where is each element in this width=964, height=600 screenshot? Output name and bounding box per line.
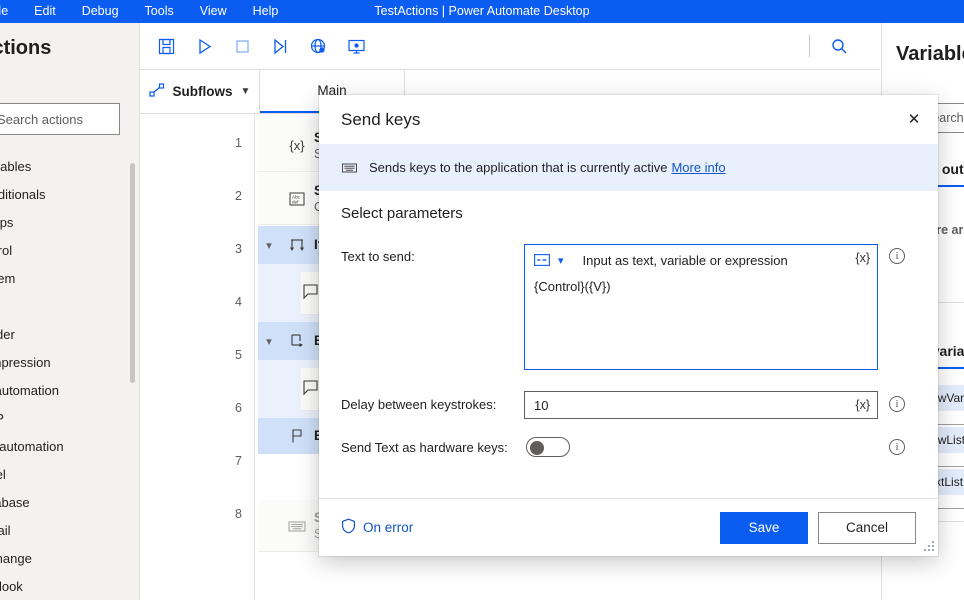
end-icon — [280, 427, 314, 445]
insert-variable-button[interactable]: {x} — [855, 398, 870, 412]
actions-panel-title: Actions — [0, 37, 52, 59]
text-input-type-icon[interactable] — [534, 254, 550, 266]
actions-group-compression[interactable]: Compression — [0, 349, 139, 377]
actions-scrollbar-thumb[interactable] — [130, 163, 135, 383]
insert-variable-button[interactable]: {x} — [855, 251, 870, 265]
actions-group-http[interactable]: HTTP — [0, 405, 139, 433]
info-icon[interactable]: i — [889, 248, 905, 264]
desktop-recorder-button[interactable] — [339, 29, 373, 63]
search-actions-input[interactable]: Search actions — [0, 103, 120, 135]
web-recorder-button[interactable] — [301, 29, 335, 63]
keyboard-icon — [280, 516, 314, 536]
chevron-down-icon[interactable]: ▾ — [258, 335, 280, 348]
menu-item-view[interactable]: View — [187, 0, 240, 23]
actions-group-scripting[interactable]: Scripting — [0, 293, 139, 321]
resize-grip-icon[interactable] — [923, 541, 935, 553]
dialog-info-text: Sends keys to the application that is cu… — [369, 160, 668, 175]
if-icon — [280, 236, 314, 254]
chevron-down-icon[interactable]: ▾ — [558, 254, 564, 267]
shield-icon — [341, 518, 356, 537]
search-icon[interactable] — [822, 29, 856, 63]
search-actions-placeholder: Search actions — [0, 111, 83, 127]
chevron-down-icon[interactable]: ▾ — [258, 239, 280, 252]
line-number: 8 — [235, 507, 242, 521]
actions-group-conditionals[interactable]: Conditionals — [0, 181, 139, 209]
text-to-send-input[interactable]: ▾ Input as text, variable or expression … — [524, 244, 878, 370]
on-error-button[interactable]: On error — [341, 518, 413, 537]
actions-group-flow-control[interactable]: Flow control — [0, 237, 139, 265]
stop-button[interactable] — [225, 29, 259, 63]
dialog-title: Send keys — [341, 109, 421, 129]
delay-label: Delay between keystrokes: — [341, 397, 497, 412]
dialog-header: Send keys ✕ — [319, 95, 938, 144]
line-number: 6 — [235, 401, 242, 415]
run-button[interactable] — [187, 29, 221, 63]
actions-group-variables[interactable]: Variables — [0, 153, 139, 181]
select-parameters-heading: Select parameters — [341, 205, 463, 222]
menu-bar: File Edit Debug Tools View Help — [0, 0, 291, 23]
text-to-send-placeholder: Input as text, variable or expression — [582, 252, 788, 268]
toolbar — [140, 23, 880, 70]
dialog-info-bar: Sends keys to the application that is cu… — [319, 144, 938, 191]
info-icon[interactable]: i — [889, 439, 905, 455]
tab-subflows-label: Subflows — [172, 84, 233, 99]
dialog-body: Select parameters Text to send: ▾ Input … — [319, 191, 938, 498]
actions-group-loops[interactable]: Loops — [0, 209, 139, 237]
actions-group-exchange[interactable]: Exchange — [0, 545, 139, 573]
line-number: 4 — [235, 295, 242, 309]
keyboard-icon — [341, 159, 358, 176]
actions-group-folder[interactable]: Folder — [0, 321, 139, 349]
title-bar: File Edit Debug Tools View Help TestActi… — [0, 0, 964, 23]
line-number: 1 — [235, 136, 242, 150]
close-icon[interactable]: ✕ — [898, 104, 930, 134]
actions-group-excel[interactable]: Excel — [0, 461, 139, 489]
variable-icon: {x} — [289, 138, 305, 153]
tab-subflows[interactable]: Subflows ▼ — [140, 70, 260, 113]
hardware-keys-label: Send Text as hardware keys: — [341, 440, 508, 455]
save-button[interactable]: Save — [720, 511, 808, 544]
menu-item-file[interactable]: File — [0, 0, 21, 23]
actions-group-browser-automation[interactable]: Browser automation — [0, 433, 139, 461]
delay-value: 10 — [534, 397, 549, 413]
menu-item-edit[interactable]: Edit — [21, 0, 69, 23]
cancel-button[interactable]: Cancel — [818, 511, 916, 544]
actions-group-outlook[interactable]: Outlook — [0, 573, 139, 600]
toggle-knob — [530, 441, 544, 455]
line-number: 5 — [235, 348, 242, 362]
dialog-footer: On error Save Cancel — [319, 498, 938, 556]
send-keys-dialog: Send keys ✕ Sends keys to the applicatio… — [319, 95, 938, 556]
chevron-down-icon[interactable]: ▼ — [241, 86, 251, 97]
menu-item-help[interactable]: Help — [240, 0, 292, 23]
save-flow-button[interactable] — [149, 29, 183, 63]
menu-item-tools[interactable]: Tools — [132, 0, 187, 23]
delay-input[interactable]: 10 {x} — [524, 391, 878, 419]
actions-tree: Variables Conditionals Loops Flow contro… — [0, 153, 139, 600]
actions-scrollbar[interactable] — [130, 163, 135, 583]
line-number: 7 — [235, 454, 242, 468]
toolbar-divider — [809, 35, 810, 57]
line-number: 2 — [235, 189, 242, 203]
text-to-send-value: {Control}({V}) — [534, 279, 611, 294]
else-icon — [280, 332, 314, 350]
menu-item-debug[interactable]: Debug — [69, 0, 132, 23]
variables-panel-title: Variables — [896, 43, 964, 65]
actions-group-database[interactable]: Database — [0, 489, 139, 517]
info-icon[interactable]: i — [889, 396, 905, 412]
actions-group-ui-automation[interactable]: UI automation — [0, 377, 139, 405]
actions-group-system[interactable]: System — [0, 265, 139, 293]
hardware-keys-toggle[interactable] — [526, 437, 570, 457]
text-to-send-label: Text to send: — [341, 249, 415, 264]
text-to-send-topbar: ▾ Input as text, variable or expression — [525, 245, 879, 275]
subflow-icon — [148, 82, 165, 101]
actions-group-email[interactable]: Email — [0, 517, 139, 545]
actions-panel: Actions Search actions Variables Conditi… — [0, 23, 140, 600]
more-info-link[interactable]: More info — [671, 160, 725, 175]
svg-text:def: def — [292, 199, 299, 204]
line-number-gutter: 1 2 3 4 5 6 7 8 — [140, 114, 255, 600]
line-number: 3 — [235, 242, 242, 256]
on-error-label: On error — [363, 520, 414, 535]
run-next-action-button[interactable] — [263, 29, 297, 63]
text-icon: Abc def — [280, 190, 314, 208]
